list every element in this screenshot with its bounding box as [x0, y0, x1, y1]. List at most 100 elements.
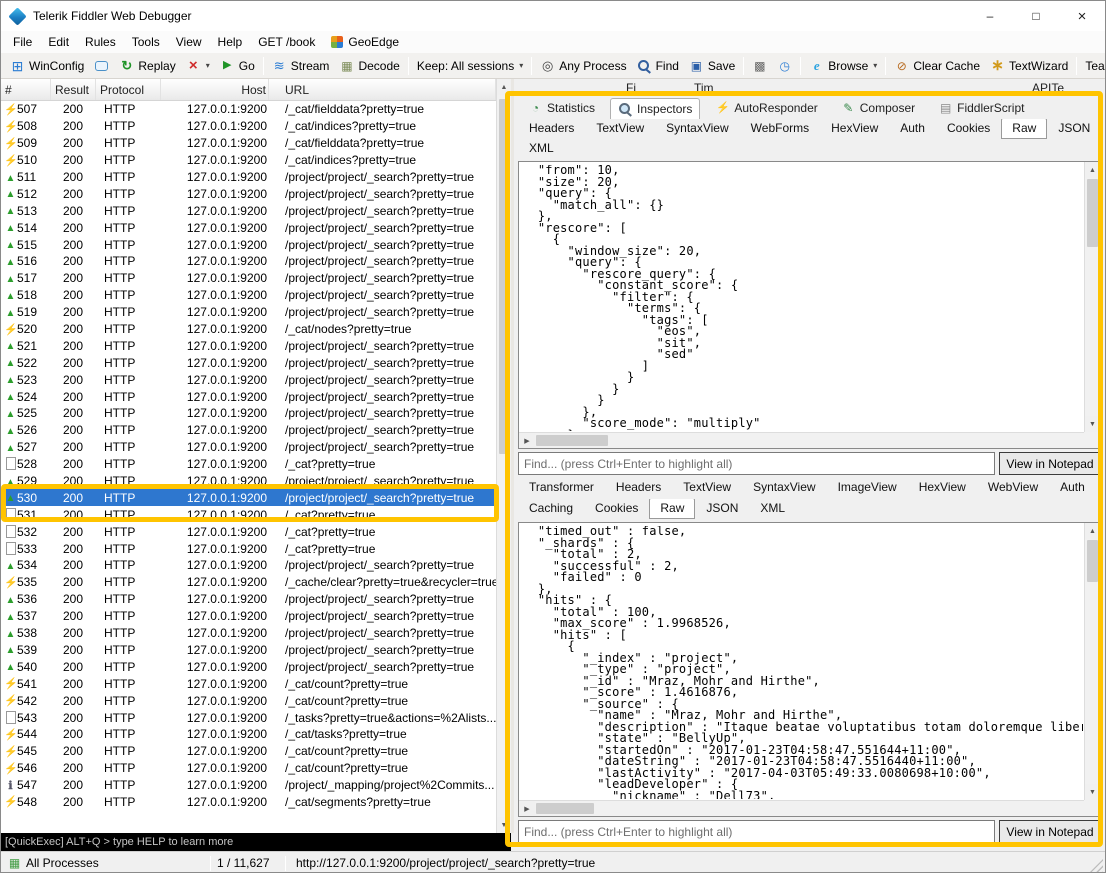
session-row[interactable]: 521 200 HTTP 127.0.0.1:9200 /project/pro…	[1, 337, 496, 354]
column-header-[interactable]: #	[1, 79, 51, 100]
tab-headers[interactable]: Headers	[518, 119, 585, 139]
tab-cookies[interactable]: Cookies	[584, 499, 649, 519]
tab-clipped-2[interactable]: APITe	[1032, 81, 1064, 95]
session-row[interactable]: 509 200 HTTP 127.0.0.1:9200 /_cat/fieldd…	[1, 135, 496, 152]
tab-hexview[interactable]: HexView	[908, 478, 977, 498]
session-row[interactable]: 525 200 HTTP 127.0.0.1:9200 /project/pro…	[1, 405, 496, 422]
menu-get-book[interactable]: GET /book	[250, 33, 323, 51]
toolbar-camera-button[interactable]	[747, 57, 772, 75]
tab-composer[interactable]: Composer	[833, 97, 923, 119]
menu-view[interactable]: View	[168, 33, 210, 51]
session-row[interactable]: 538 200 HTTP 127.0.0.1:9200 /project/pro…	[1, 625, 496, 642]
session-row[interactable]: 527 200 HTTP 127.0.0.1:9200 /project/pro…	[1, 439, 496, 456]
session-row[interactable]: 533 200 HTTP 127.0.0.1:9200 /_cat?pretty…	[1, 540, 496, 557]
tab-transformer[interactable]: Transformer	[518, 478, 605, 498]
session-row[interactable]: 529 200 HTTP 127.0.0.1:9200 /project/pro…	[1, 473, 496, 490]
response-vscrollbar[interactable]	[1084, 523, 1100, 800]
request-hscrollbar[interactable]	[519, 432, 1084, 448]
scroll-down-icon[interactable]	[1085, 416, 1100, 432]
find-input[interactable]	[518, 820, 995, 843]
tab-cookies[interactable]: Cookies	[936, 119, 1001, 139]
menu-file[interactable]: File	[5, 33, 40, 51]
session-row[interactable]: 511 200 HTTP 127.0.0.1:9200 /project/pro…	[1, 169, 496, 186]
tab-raw[interactable]: Raw	[1001, 119, 1047, 139]
session-row[interactable]: 516 200 HTTP 127.0.0.1:9200 /project/pro…	[1, 253, 496, 270]
session-row[interactable]: 512 200 HTTP 127.0.0.1:9200 /project/pro…	[1, 185, 496, 202]
tab-hexview[interactable]: HexView	[820, 119, 889, 139]
toolbar-clear-cache-button[interactable]: Clear Cache	[889, 57, 985, 75]
scroll-up-icon[interactable]	[1085, 162, 1100, 178]
menu-help[interactable]: Help	[210, 33, 251, 51]
menu-rules[interactable]: Rules	[77, 33, 124, 51]
session-row[interactable]: 523 200 HTTP 127.0.0.1:9200 /project/pro…	[1, 371, 496, 388]
column-header-url[interactable]: URL	[269, 79, 496, 100]
toolbar-go-button[interactable]: Go	[215, 57, 260, 75]
menu-geoedge[interactable]: GeoEdge	[323, 33, 407, 51]
session-row[interactable]: 526 200 HTTP 127.0.0.1:9200 /project/pro…	[1, 422, 496, 439]
column-header-host[interactable]: Host	[161, 79, 269, 100]
toolbar-remove-sessions-button[interactable]: ▾	[181, 57, 215, 75]
session-row[interactable]: 531 200 HTTP 127.0.0.1:9200 /_cat?pretty…	[1, 506, 496, 523]
scroll-thumb[interactable]	[1087, 179, 1098, 247]
toolbar-timer-button[interactable]	[772, 57, 797, 75]
scroll-down-icon[interactable]	[1085, 784, 1100, 800]
tab-raw[interactable]: Raw	[649, 499, 695, 519]
menu-edit[interactable]: Edit	[40, 33, 77, 51]
response-hscrollbar[interactable]	[519, 800, 1084, 816]
toolbar-any-process-button[interactable]: Any Process	[535, 57, 631, 75]
session-row[interactable]: 535 200 HTTP 127.0.0.1:9200 /_cache/clea…	[1, 574, 496, 591]
scroll-right-icon[interactable]	[519, 433, 535, 448]
toolbar-save-button[interactable]: Save	[684, 57, 740, 75]
session-row[interactable]: 539 200 HTTP 127.0.0.1:9200 /project/pro…	[1, 642, 496, 659]
session-row[interactable]: 530 200 HTTP 127.0.0.1:9200 /project/pro…	[1, 489, 496, 506]
response-raw-text[interactable]: "timed_out" : false, "_shards" : { "tota…	[523, 526, 1083, 799]
session-list-scrollbar[interactable]	[496, 79, 511, 833]
column-header-result[interactable]: Result	[51, 79, 96, 100]
menu-tools[interactable]: Tools	[124, 33, 168, 51]
view-in-notepad-button[interactable]: View in Notepad	[999, 452, 1101, 475]
session-row[interactable]: 513 200 HTTP 127.0.0.1:9200 /project/pro…	[1, 202, 496, 219]
minimize-button[interactable]: –	[967, 1, 1013, 31]
request-vscrollbar[interactable]	[1084, 162, 1100, 432]
maximize-button[interactable]: □	[1013, 1, 1059, 31]
tab-webforms[interactable]: WebForms	[740, 119, 820, 139]
scroll-thumb[interactable]	[536, 803, 594, 814]
tab-fiddlerscript[interactable]: FiddlerScript	[930, 97, 1032, 119]
session-row[interactable]: 546 200 HTTP 127.0.0.1:9200 /_cat/count?…	[1, 760, 496, 777]
session-row[interactable]: 528 200 HTTP 127.0.0.1:9200 /_cat?pretty…	[1, 456, 496, 473]
session-row[interactable]: 519 200 HTTP 127.0.0.1:9200 /project/pro…	[1, 304, 496, 321]
tab-autoresponder[interactable]: AutoResponder	[707, 97, 825, 119]
tab-webview[interactable]: WebView	[977, 478, 1049, 498]
toolbar-decode-button[interactable]: Decode	[334, 57, 404, 75]
request-raw-text[interactable]: "from": 10, "size": 20, "query": { "matc…	[523, 165, 1083, 431]
tab-textview[interactable]: TextView	[585, 119, 655, 139]
tab-syntaxview[interactable]: SyntaxView	[742, 478, 826, 498]
process-filter[interactable]: All Processes	[26, 856, 204, 870]
session-row[interactable]: 522 200 HTTP 127.0.0.1:9200 /project/pro…	[1, 354, 496, 371]
tab-inspectors[interactable]: Inspectors	[610, 98, 700, 119]
tab-auth[interactable]: Auth	[1049, 478, 1096, 498]
session-row[interactable]: 514 200 HTTP 127.0.0.1:9200 /project/pro…	[1, 219, 496, 236]
toolbar-tearoff-button[interactable]: Tearoff	[1080, 57, 1105, 75]
toolbar-replay-button[interactable]: Replay	[114, 57, 180, 75]
scroll-thumb[interactable]	[1087, 540, 1098, 582]
session-row[interactable]: 541 200 HTTP 127.0.0.1:9200 /_cat/count?…	[1, 675, 496, 692]
session-row[interactable]: 508 200 HTTP 127.0.0.1:9200 /_cat/indice…	[1, 118, 496, 135]
tab-xml[interactable]: XML	[749, 499, 796, 519]
session-row[interactable]: 532 200 HTTP 127.0.0.1:9200 /_cat?pretty…	[1, 523, 496, 540]
session-row[interactable]: 548 200 HTTP 127.0.0.1:9200 /_cat/segmen…	[1, 794, 496, 811]
tab-clipped-0[interactable]: Fi	[626, 81, 636, 95]
toolbar-winconfig-button[interactable]: WinConfig	[5, 57, 89, 75]
session-row[interactable]: 524 200 HTTP 127.0.0.1:9200 /project/pro…	[1, 388, 496, 405]
tab-json[interactable]: JSON	[695, 499, 749, 519]
tab-imageview[interactable]: ImageView	[827, 478, 908, 498]
toolbar-browse-button[interactable]: Browse▾	[804, 57, 882, 75]
session-row[interactable]: 544 200 HTTP 127.0.0.1:9200 /_cat/tasks?…	[1, 726, 496, 743]
session-row[interactable]: 518 200 HTTP 127.0.0.1:9200 /project/pro…	[1, 287, 496, 304]
toolbar-find-button[interactable]: Find	[632, 57, 684, 75]
toolbar-keep-sessions-button[interactable]: Keep: All sessions▾	[412, 57, 528, 75]
tab-textview[interactable]: TextView	[672, 478, 742, 498]
tab-json[interactable]: JSON	[1047, 119, 1101, 139]
scroll-down-icon[interactable]	[497, 817, 511, 833]
session-row[interactable]: 515 200 HTTP 127.0.0.1:9200 /project/pro…	[1, 236, 496, 253]
